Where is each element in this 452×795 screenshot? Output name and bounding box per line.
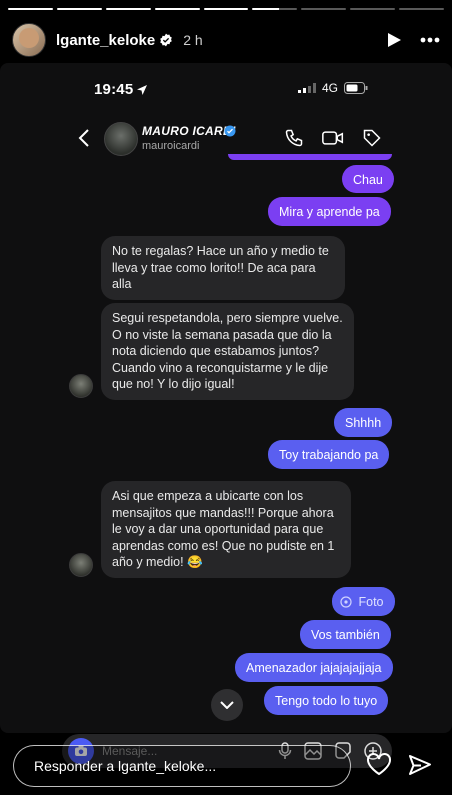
story-username[interactable]: lgante_keloke <box>56 32 155 49</box>
contact-name[interactable]: MAURO ICARDI <box>142 124 236 138</box>
send-icon[interactable] <box>408 753 432 777</box>
message-bubble-outgoing[interactable]: Tengo todo lo tuyo <box>264 686 389 715</box>
progress-segment <box>203 8 249 10</box>
progress-segment <box>301 8 347 10</box>
story-progress-bar <box>8 8 445 10</box>
message-bubble-outgoing[interactable]: Amenazador jajajajajjaja <box>235 653 393 682</box>
story-reply-input[interactable]: Responder a lgante_keloke... <box>13 745 351 787</box>
network-type: 4G <box>321 81 338 95</box>
phone-status-bar: 19:45 4G <box>0 77 452 101</box>
contact-verified-icon <box>224 125 236 137</box>
contact-handle: mauroicardi <box>142 140 200 152</box>
progress-segment <box>399 8 445 10</box>
photo-icon <box>340 596 352 608</box>
contact-mini-avatar <box>69 374 93 398</box>
message-bubble-incoming[interactable]: No te regalas? Hace un año y medio te ll… <box>101 236 345 300</box>
heart-icon[interactable] <box>366 752 392 776</box>
progress-segment <box>8 8 53 10</box>
progress-segment <box>56 8 102 10</box>
contact-mini-avatar <box>69 553 93 577</box>
message-bubble-outgoing[interactable]: Chau <box>342 165 394 193</box>
video-call-icon[interactable] <box>322 128 344 148</box>
photo-message-label: Foto <box>358 595 384 609</box>
message-bubble-incoming[interactable]: Segui respetandola, pero siempre vuelve.… <box>101 303 354 400</box>
progress-segment <box>105 8 151 10</box>
story-time: 2 h <box>183 32 203 48</box>
more-options-icon[interactable] <box>420 37 440 43</box>
message-bubble-outgoing[interactable]: Vos también <box>300 620 391 649</box>
play-icon[interactable] <box>386 32 402 48</box>
message-bubble-outgoing[interactable]: Mira y aprende pa <box>268 197 391 226</box>
message-bubble-outgoing[interactable]: Toy trabajando pa <box>268 440 390 469</box>
progress-segment <box>154 8 200 10</box>
status-time: 19:45 <box>94 81 134 98</box>
verified-icon <box>160 33 172 47</box>
message-bubble-incoming[interactable]: Asi que empeza a ubicarte con los mensaj… <box>101 481 351 578</box>
contact-avatar[interactable] <box>104 122 138 156</box>
scroll-down-button[interactable] <box>211 689 243 721</box>
story-header: lgante_keloke 2 h <box>12 22 440 58</box>
location-arrow-icon <box>137 85 147 95</box>
reply-placeholder: Responder a lgante_keloke... <box>34 758 217 774</box>
previous-message-edge <box>228 154 392 160</box>
photo-message-bubble[interactable]: Foto <box>332 587 395 616</box>
tag-icon[interactable] <box>362 128 382 148</box>
progress-segment <box>350 8 396 10</box>
message-bubble-outgoing[interactable]: Shhhh <box>334 408 393 437</box>
chevron-down-icon <box>220 701 234 709</box>
phone-call-icon[interactable] <box>284 128 304 148</box>
signal-icon <box>297 83 316 93</box>
story-avatar[interactable] <box>12 23 46 57</box>
back-chevron-icon[interactable] <box>78 128 90 148</box>
progress-segment-current <box>252 8 298 10</box>
battery-icon <box>344 82 368 94</box>
